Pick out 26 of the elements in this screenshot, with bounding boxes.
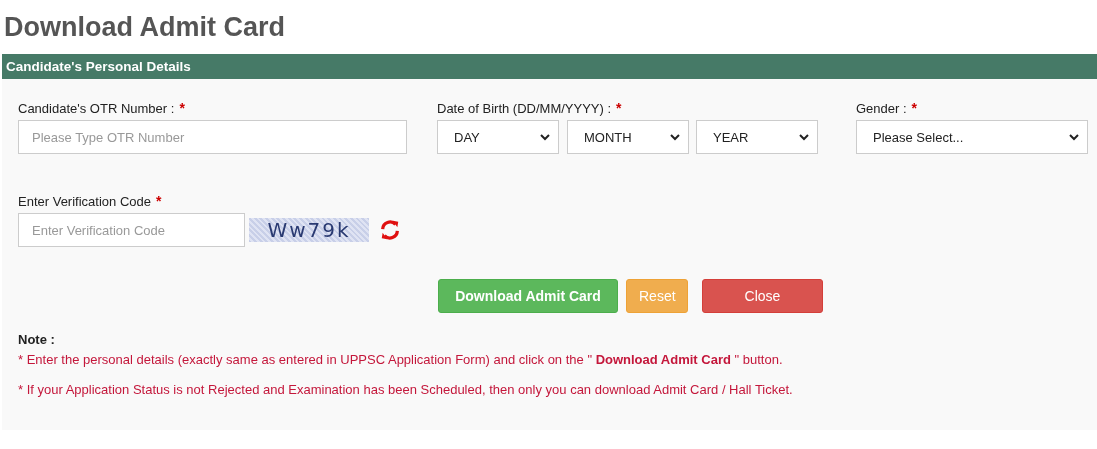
field-label: Gender : <box>856 101 907 117</box>
chevron-down-icon <box>540 133 550 141</box>
gender-dropdown[interactable]: Please Select... <box>856 120 1088 154</box>
chevron-down-icon <box>670 133 680 141</box>
otr-input-field[interactable]: Please Type OTR Number <box>18 120 407 154</box>
chevron-down-icon <box>1069 133 1079 141</box>
required-mark: * <box>616 100 622 116</box>
field-label: Candidate's OTR Number : <box>18 101 175 117</box>
refresh-icon[interactable] <box>379 219 401 241</box>
dropdown[interactable]: MONTH <box>567 120 689 154</box>
required-mark: * <box>911 100 918 116</box>
note-text: * Enter the personal details (exactly same as entered in UPPSC Application Form) and click on the " Download Admit Card " button. <box>17 351 784 368</box>
required-mark: * <box>155 193 162 209</box>
page-title: Download Admit Card <box>3 11 286 44</box>
chevron-down-icon <box>799 133 809 141</box>
dropdown[interactable]: DAY <box>437 120 559 154</box>
note-label: Note : <box>17 331 56 347</box>
field-label: Date of Birth (DD/MM/YYYY) : <box>437 101 612 117</box>
close-button[interactable]: Close <box>702 279 823 313</box>
captcha-image: Ww79k <box>249 218 369 242</box>
panel-header: Candidate's Personal Details <box>2 54 1097 79</box>
note-text: * If your Application Status is not Rejected and Examination has been Scheduled, then only you can download Admit Card / Hall Ticket. <box>17 381 794 398</box>
dropdown[interactable]: YEAR <box>696 120 818 154</box>
required-mark: * <box>179 100 185 116</box>
verification-code-field[interactable]: Enter Verification Code <box>18 213 245 247</box>
field-label: Enter Verification Code <box>18 194 151 210</box>
